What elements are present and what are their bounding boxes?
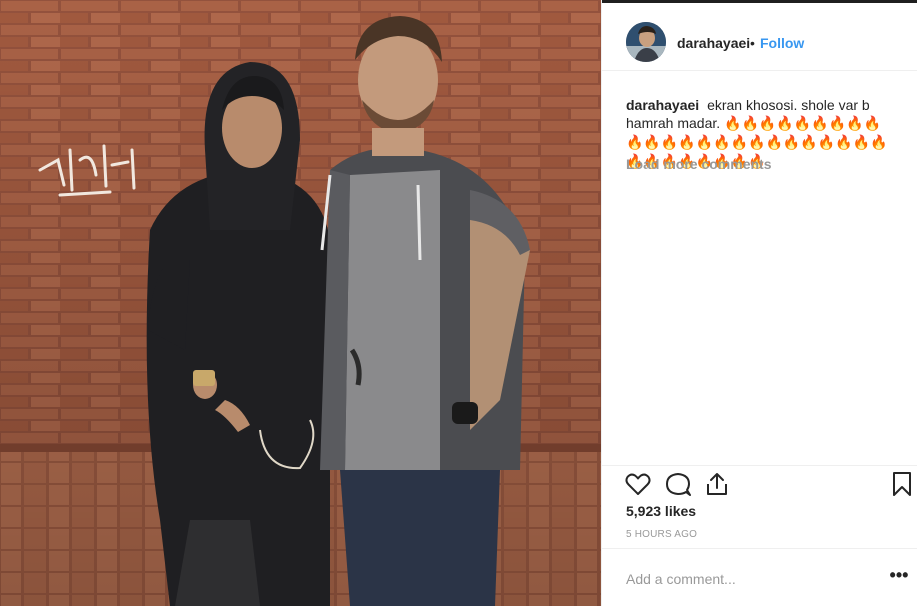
avatar-image — [626, 22, 666, 62]
bookmark-icon — [893, 472, 911, 496]
action-bar — [602, 465, 917, 500]
follow-button[interactable]: Follow — [760, 35, 804, 51]
comment-form: ••• — [602, 548, 917, 607]
post-header: darahayaei • Follow — [602, 14, 917, 71]
caption-username[interactable]: darahayaei — [626, 97, 699, 113]
load-more-comments-button[interactable]: Load more comments — [626, 156, 771, 172]
save-button[interactable] — [888, 470, 916, 498]
window-top-edge — [602, 0, 917, 3]
comment-bubble-icon — [666, 473, 691, 496]
post-image — [0, 0, 601, 606]
avatar[interactable] — [626, 22, 666, 62]
share-icon — [707, 473, 727, 495]
like-button[interactable] — [624, 470, 652, 498]
username-link[interactable]: darahayaei — [677, 35, 750, 51]
post-timestamp[interactable]: 5 HOURS AGO — [626, 529, 697, 540]
post-photo[interactable] — [0, 0, 601, 606]
post-sidebar: darahayaei • Follow darahayaei ekran kho… — [601, 0, 917, 606]
comment-button[interactable] — [664, 470, 692, 498]
like-count[interactable]: 5,923 likes — [626, 503, 696, 519]
separator-dot: • — [750, 35, 755, 51]
comment-input[interactable] — [624, 567, 868, 591]
share-button[interactable] — [703, 470, 731, 498]
heart-icon — [625, 473, 651, 495]
more-options-icon[interactable]: ••• — [887, 565, 911, 589]
